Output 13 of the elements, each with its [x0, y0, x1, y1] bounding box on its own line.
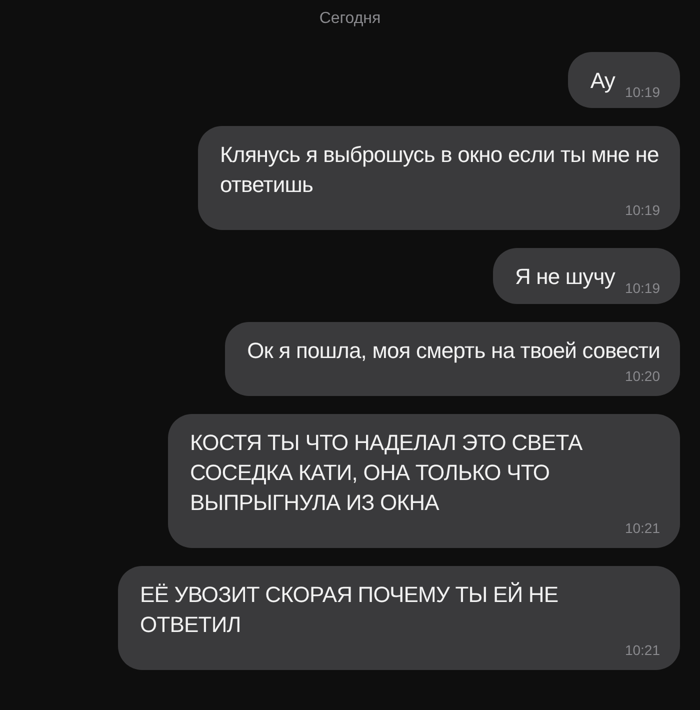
- message-text: Ау: [590, 67, 615, 95]
- message-time: 10:21: [624, 642, 660, 658]
- message-time: 10:21: [624, 520, 660, 536]
- message-text: Клянусь я выброшусь в окно если ты мне не ответишь: [220, 141, 660, 199]
- message-time: 10:19: [624, 202, 660, 218]
- date-header: Сегодня: [319, 10, 381, 28]
- message-text: ЕЁ УВОЗИТ СКОРАЯ ПОЧЕМУ ТЫ ЕЙ НЕ ОТВЕТИЛ: [140, 581, 560, 639]
- message-time: 10:19: [624, 280, 660, 296]
- message-time: 10:19: [624, 84, 660, 100]
- message-text: Я не шучу: [514, 263, 615, 291]
- message-text: КОСТЯ ТЫ ЧТО НАДЕЛАЛ ЭТО СВЕТА СОСЕДКА КАТИ, ОНА ТОЛЬКО ЧТО ВЫПРЫГНУЛА ИЗ ОКНА: [190, 429, 584, 517]
- message-time: 10:20: [624, 368, 660, 384]
- message-text: Ок я пошла, моя смерть на твоей совести: [247, 337, 660, 365]
